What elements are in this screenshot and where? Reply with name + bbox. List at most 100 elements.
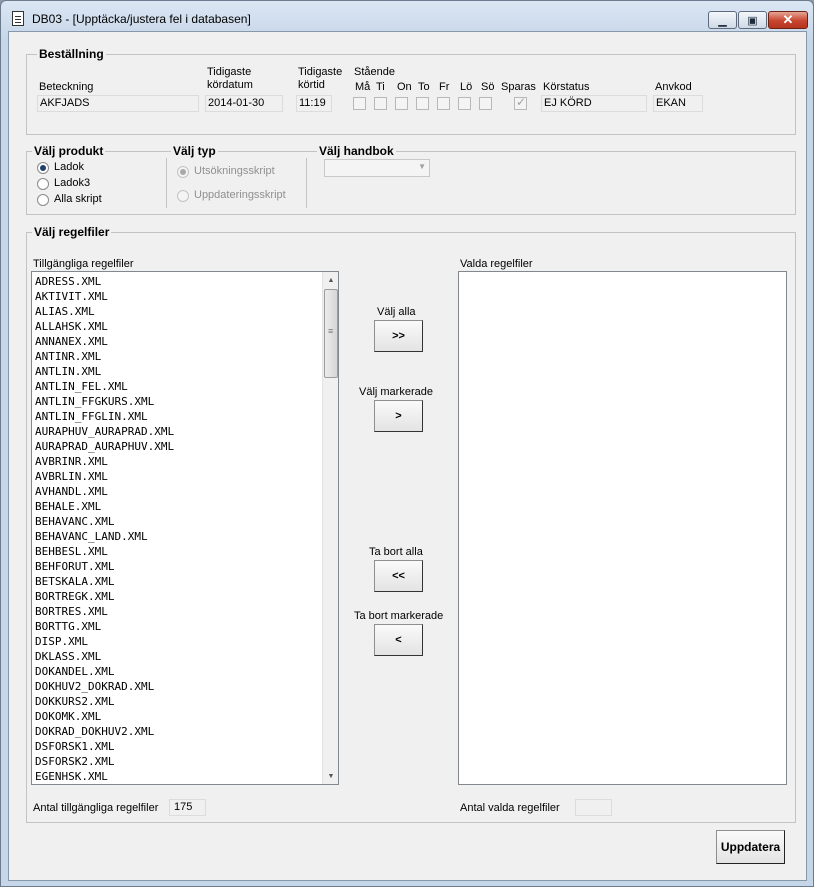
- minimize-button[interactable]: ▁: [708, 11, 737, 29]
- radio-ladok3[interactable]: [37, 178, 49, 190]
- korstatus-field[interactable]: EJ KÖRD: [541, 95, 647, 112]
- selected-count: [575, 799, 612, 816]
- radio-uppdateringsskript[interactable]: [177, 190, 189, 202]
- list-item[interactable]: ADRESS.XML: [32, 274, 338, 289]
- available-files-label: Tillgängliga regelfiler: [33, 258, 134, 270]
- list-item[interactable]: DSFORSK1.XML: [32, 739, 338, 754]
- list-item[interactable]: BORTTG.XML: [32, 619, 338, 634]
- list-item[interactable]: DOKOMK.XML: [32, 709, 338, 724]
- list-item[interactable]: DISP.XML: [32, 634, 338, 649]
- list-item[interactable]: AURAPHUV_AURAPRAD.XML: [32, 424, 338, 439]
- select-all-button[interactable]: >>: [374, 320, 423, 352]
- list-item[interactable]: ANNANEX.XML: [32, 334, 338, 349]
- available-count: 175: [169, 799, 206, 816]
- kordatum-field[interactable]: 2014-01-30: [205, 95, 283, 112]
- beteckning-field[interactable]: AKFJADS: [37, 95, 199, 112]
- list-item[interactable]: AURAPRAD_AURAPHUV.XML: [32, 439, 338, 454]
- remove-all-label: Ta bort alla: [369, 546, 423, 558]
- list-item[interactable]: AVBRLIN.XML: [32, 469, 338, 484]
- list-item[interactable]: BETSKALA.XML: [32, 574, 338, 589]
- radio-ladok3-label[interactable]: Ladok3: [54, 177, 90, 189]
- radio-ladok[interactable]: [37, 162, 49, 174]
- radio-alla-skript[interactable]: [37, 194, 49, 206]
- select-marked-button[interactable]: >: [374, 400, 423, 432]
- day-checkbox-fr[interactable]: [437, 97, 450, 110]
- rules-group: Välj regelfiler Tillgängliga regelfiler …: [26, 225, 796, 823]
- day-checkbox-so[interactable]: [479, 97, 492, 110]
- list-item[interactable]: DOKKURS2.XML: [32, 694, 338, 709]
- day-checkbox-ma[interactable]: [353, 97, 366, 110]
- kordatum-label-line2: kördatum: [207, 79, 253, 91]
- list-item[interactable]: BEHALE.XML: [32, 499, 338, 514]
- list-item[interactable]: BEHFORUT.XML: [32, 559, 338, 574]
- day-label-on: On: [397, 81, 412, 93]
- anvkod-label: Anvkod: [655, 81, 692, 93]
- scroll-up-icon[interactable]: ▲: [323, 272, 338, 288]
- type-title: Välj typ: [171, 144, 218, 158]
- order-group: Beställning Beteckning AKFJADS Tidigaste…: [26, 47, 796, 135]
- radio-ladok-label[interactable]: Ladok: [54, 161, 84, 173]
- day-label-ti: Ti: [376, 81, 385, 93]
- day-checkbox-to[interactable]: [416, 97, 429, 110]
- window-title: DB03 - [Upptäcka/justera fel i databasen…: [32, 12, 251, 26]
- kortid-label-line1: Tidigaste: [298, 66, 343, 78]
- scroll-thumb[interactable]: [324, 289, 338, 378]
- selected-files-list[interactable]: [458, 271, 787, 785]
- standing-label: Stående: [354, 66, 395, 78]
- handbook-dropdown[interactable]: ▼: [324, 159, 430, 177]
- radio-utsokningsskript[interactable]: [177, 166, 189, 178]
- selection-group: Välj produkt Ladok Ladok3 Alla skript Vä…: [26, 144, 796, 215]
- available-files-scrollbar[interactable]: ▲ ▼: [322, 272, 338, 784]
- list-item[interactable]: ALLAHSK.XML: [32, 319, 338, 334]
- list-item[interactable]: DOKHUV2_DOKRAD.XML: [32, 679, 338, 694]
- list-item[interactable]: BORTRES.XML: [32, 604, 338, 619]
- day-label-fr: Fr: [439, 81, 450, 93]
- radio-uppdateringsskript-label[interactable]: Uppdateringsskript: [194, 189, 286, 201]
- maximize-button[interactable]: ▣: [738, 11, 767, 29]
- sparas-label: Sparas: [501, 81, 536, 93]
- list-item[interactable]: DSFORSK2.XML: [32, 754, 338, 769]
- kortid-label-line2: körtid: [298, 79, 325, 91]
- handbook-title: Välj handbok: [317, 144, 396, 158]
- radio-alla-skript-label[interactable]: Alla skript: [54, 193, 102, 205]
- list-item[interactable]: AVHANDL.XML: [32, 484, 338, 499]
- remove-all-button[interactable]: <<: [374, 560, 423, 592]
- available-files-items: ADRESS.XML AKTIVIT.XML ALIAS.XML ALLAHSK.XM…: [32, 272, 338, 784]
- client-area: Beställning Beteckning AKFJADS Tidigaste…: [8, 31, 807, 881]
- sparas-checkbox[interactable]: [514, 95, 527, 110]
- day-checkbox-ti[interactable]: [374, 97, 387, 110]
- list-item[interactable]: DKLASS.XML: [32, 649, 338, 664]
- selected-count-label: Antal valda regelfiler: [460, 802, 560, 814]
- selected-files-label: Valda regelfiler: [460, 258, 533, 270]
- day-checkbox-on[interactable]: [395, 97, 408, 110]
- list-item[interactable]: BEHAVANC_LAND.XML: [32, 529, 338, 544]
- list-item[interactable]: ANTLIN_FEL.XML: [32, 379, 338, 394]
- remove-marked-button[interactable]: <: [374, 624, 423, 656]
- title-bar[interactable]: DB03 - [Upptäcka/justera fel i databasen…: [1, 1, 813, 31]
- available-count-label: Antal tillgängliga regelfiler: [33, 802, 159, 814]
- list-item[interactable]: EGENHSK.XML: [32, 769, 338, 784]
- list-item[interactable]: DOKANDEL.XML: [32, 664, 338, 679]
- scroll-down-icon[interactable]: ▼: [323, 768, 338, 784]
- list-item[interactable]: AKTIVIT.XML: [32, 289, 338, 304]
- list-item[interactable]: ANTLIN_FFGLIN.XML: [32, 409, 338, 424]
- divider: [306, 158, 307, 208]
- list-item[interactable]: BEHAVANC.XML: [32, 514, 338, 529]
- available-files-list[interactable]: ADRESS.XML AKTIVIT.XML ALIAS.XML ALLAHSK.XM…: [31, 271, 339, 785]
- list-item[interactable]: ANTLIN.XML: [32, 364, 338, 379]
- day-label-lo: Lö: [460, 81, 473, 93]
- list-item[interactable]: ANTINR.XML: [32, 349, 338, 364]
- remove-marked-label: Ta bort markerade: [354, 610, 444, 622]
- update-button[interactable]: Uppdatera: [716, 830, 785, 864]
- list-item[interactable]: ALIAS.XML: [32, 304, 338, 319]
- day-checkbox-lo[interactable]: [458, 97, 471, 110]
- list-item[interactable]: BEHBESL.XML: [32, 544, 338, 559]
- list-item[interactable]: BORTREGK.XML: [32, 589, 338, 604]
- radio-utsokningsskript-label[interactable]: Utsökningsskript: [194, 165, 275, 177]
- anvkod-field[interactable]: EKAN: [653, 95, 703, 112]
- close-button[interactable]: ✕: [768, 11, 808, 29]
- list-item[interactable]: AVBRINR.XML: [32, 454, 338, 469]
- list-item[interactable]: ANTLIN_FFGKURS.XML: [32, 394, 338, 409]
- kortid-field[interactable]: 11:19: [296, 95, 332, 112]
- list-item[interactable]: DOKRAD_DOKHUV2.XML: [32, 724, 338, 739]
